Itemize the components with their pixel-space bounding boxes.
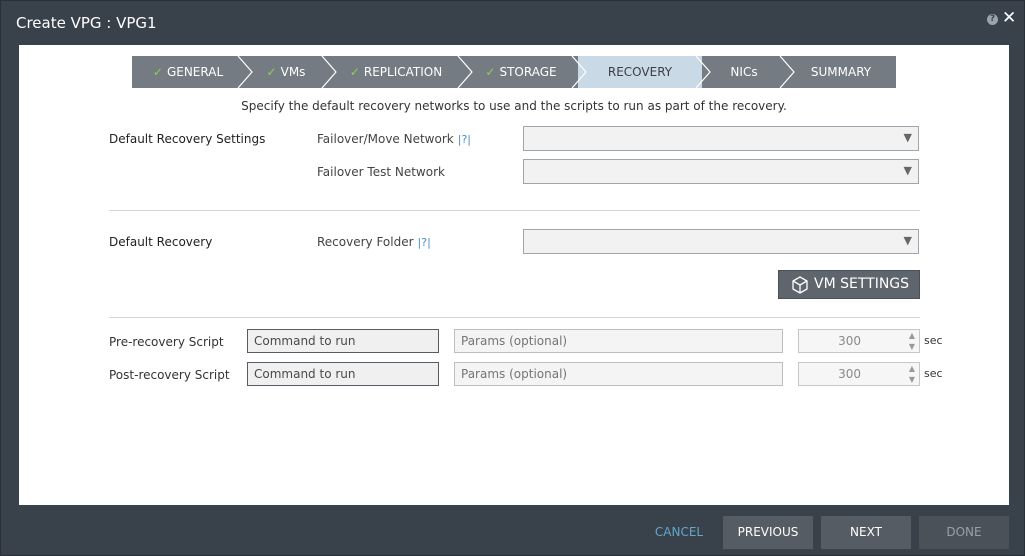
step-vms[interactable]: ✓ VMs bbox=[244, 56, 328, 88]
step-recovery[interactable]: RECOVERY bbox=[578, 56, 702, 88]
cancel-button[interactable]: CANCEL bbox=[641, 516, 717, 549]
previous-button[interactable]: PREVIOUS bbox=[723, 516, 813, 549]
step-label: RECOVERY bbox=[607, 65, 673, 79]
close-icon[interactable]: ✕ bbox=[1002, 8, 1016, 28]
pre-recovery-timeout-stepper[interactable]: 300 ▲ ▼ bbox=[798, 329, 920, 353]
spin-up-icon[interactable]: ▲ bbox=[907, 331, 917, 341]
pre-recovery-command-input[interactable] bbox=[247, 329, 439, 353]
chevron-down-icon: ▼ bbox=[903, 164, 912, 177]
post-recovery-command-input[interactable] bbox=[247, 362, 439, 386]
post-recovery-params-input[interactable] bbox=[454, 362, 783, 386]
step-label: GENERAL bbox=[166, 65, 224, 79]
step-storage[interactable]: ✓ STORAGE bbox=[464, 56, 578, 88]
step-label: SUMMARY bbox=[810, 65, 872, 79]
step-nics[interactable]: NICs bbox=[702, 56, 786, 88]
step-label: REPLICATION bbox=[363, 65, 443, 79]
recovery-folder-select[interactable]: ▼ bbox=[523, 229, 919, 254]
pre-recovery-params-input[interactable] bbox=[454, 329, 783, 353]
step-separator-icon bbox=[457, 56, 473, 88]
window-title: Create VPG : VPG1 bbox=[16, 14, 157, 32]
step-separator-icon bbox=[321, 56, 337, 88]
post-recovery-timeout-value: 300 bbox=[838, 367, 861, 381]
section-default-recovery: Default Recovery bbox=[109, 235, 213, 249]
instruction-text: Specify the default recovery networks to… bbox=[241, 99, 787, 113]
check-icon: ✓ bbox=[349, 65, 360, 79]
post-recovery-script-label: Post-recovery Script bbox=[109, 368, 230, 382]
help-icon[interactable]: ? bbox=[987, 14, 998, 25]
step-separator-icon bbox=[695, 56, 711, 88]
help-link[interactable]: |?| bbox=[458, 133, 471, 146]
check-icon: ✓ bbox=[266, 65, 277, 79]
failover-network-select[interactable]: ▼ bbox=[523, 126, 919, 151]
step-label: VMs bbox=[280, 65, 306, 79]
timeout-unit-label: sec bbox=[924, 367, 943, 380]
pre-recovery-timeout-value: 300 bbox=[838, 334, 861, 348]
spin-down-icon[interactable]: ▼ bbox=[907, 375, 917, 385]
failover-network-label-text: Failover/Move Network bbox=[317, 132, 454, 146]
vm-settings-label: VM SETTINGS bbox=[814, 276, 910, 292]
step-label: NICs bbox=[730, 65, 758, 79]
spin-up-icon[interactable]: ▲ bbox=[907, 364, 917, 374]
spin-down-icon[interactable]: ▼ bbox=[907, 342, 917, 352]
failover-test-network-label: Failover Test Network bbox=[317, 165, 445, 179]
chevron-down-icon: ▼ bbox=[903, 234, 912, 247]
next-button[interactable]: NEXT bbox=[821, 516, 911, 549]
wizard-steps: ✓ GENERAL ✓ VMs ✓ REPLICATION ✓ STORAGE RECO… bbox=[132, 56, 896, 88]
create-vpg-dialog: Create VPG : VPG1 ? ✕ ✓ GENERAL ✓ VMs ✓ REP… bbox=[0, 0, 1025, 556]
vm-settings-button[interactable]: VM SETTINGS bbox=[778, 270, 920, 299]
step-general[interactable]: ✓ GENERAL bbox=[132, 56, 244, 88]
failover-network-label: Failover/Move Network |?| bbox=[317, 132, 471, 146]
step-summary[interactable]: SUMMARY bbox=[786, 56, 896, 88]
help-link[interactable]: |?| bbox=[418, 236, 431, 249]
step-separator-icon bbox=[779, 56, 795, 88]
step-replication[interactable]: ✓ REPLICATION bbox=[328, 56, 464, 88]
chevron-down-icon: ▼ bbox=[903, 131, 912, 144]
check-icon: ✓ bbox=[152, 65, 163, 79]
check-icon: ✓ bbox=[485, 65, 496, 79]
recovery-folder-label: Recovery Folder |?| bbox=[317, 235, 431, 249]
section-default-recovery-settings: Default Recovery Settings bbox=[109, 132, 266, 146]
timeout-unit-label: sec bbox=[924, 334, 943, 347]
title-bar: Create VPG : VPG1 ? ✕ bbox=[1, 1, 1024, 45]
recovery-folder-label-text: Recovery Folder bbox=[317, 235, 414, 249]
dialog-content: ✓ GENERAL ✓ VMs ✓ REPLICATION ✓ STORAGE RECO… bbox=[19, 45, 1009, 505]
pre-recovery-script-label: Pre-recovery Script bbox=[109, 335, 224, 349]
step-label: STORAGE bbox=[499, 65, 557, 79]
divider bbox=[109, 210, 920, 211]
failover-test-network-select[interactable]: ▼ bbox=[523, 159, 919, 184]
post-recovery-timeout-stepper[interactable]: 300 ▲ ▼ bbox=[798, 362, 920, 386]
divider bbox=[109, 317, 920, 318]
step-separator-icon bbox=[237, 56, 253, 88]
cube-icon bbox=[792, 276, 808, 294]
done-button[interactable]: DONE bbox=[919, 516, 1009, 549]
step-separator-icon bbox=[571, 56, 587, 88]
